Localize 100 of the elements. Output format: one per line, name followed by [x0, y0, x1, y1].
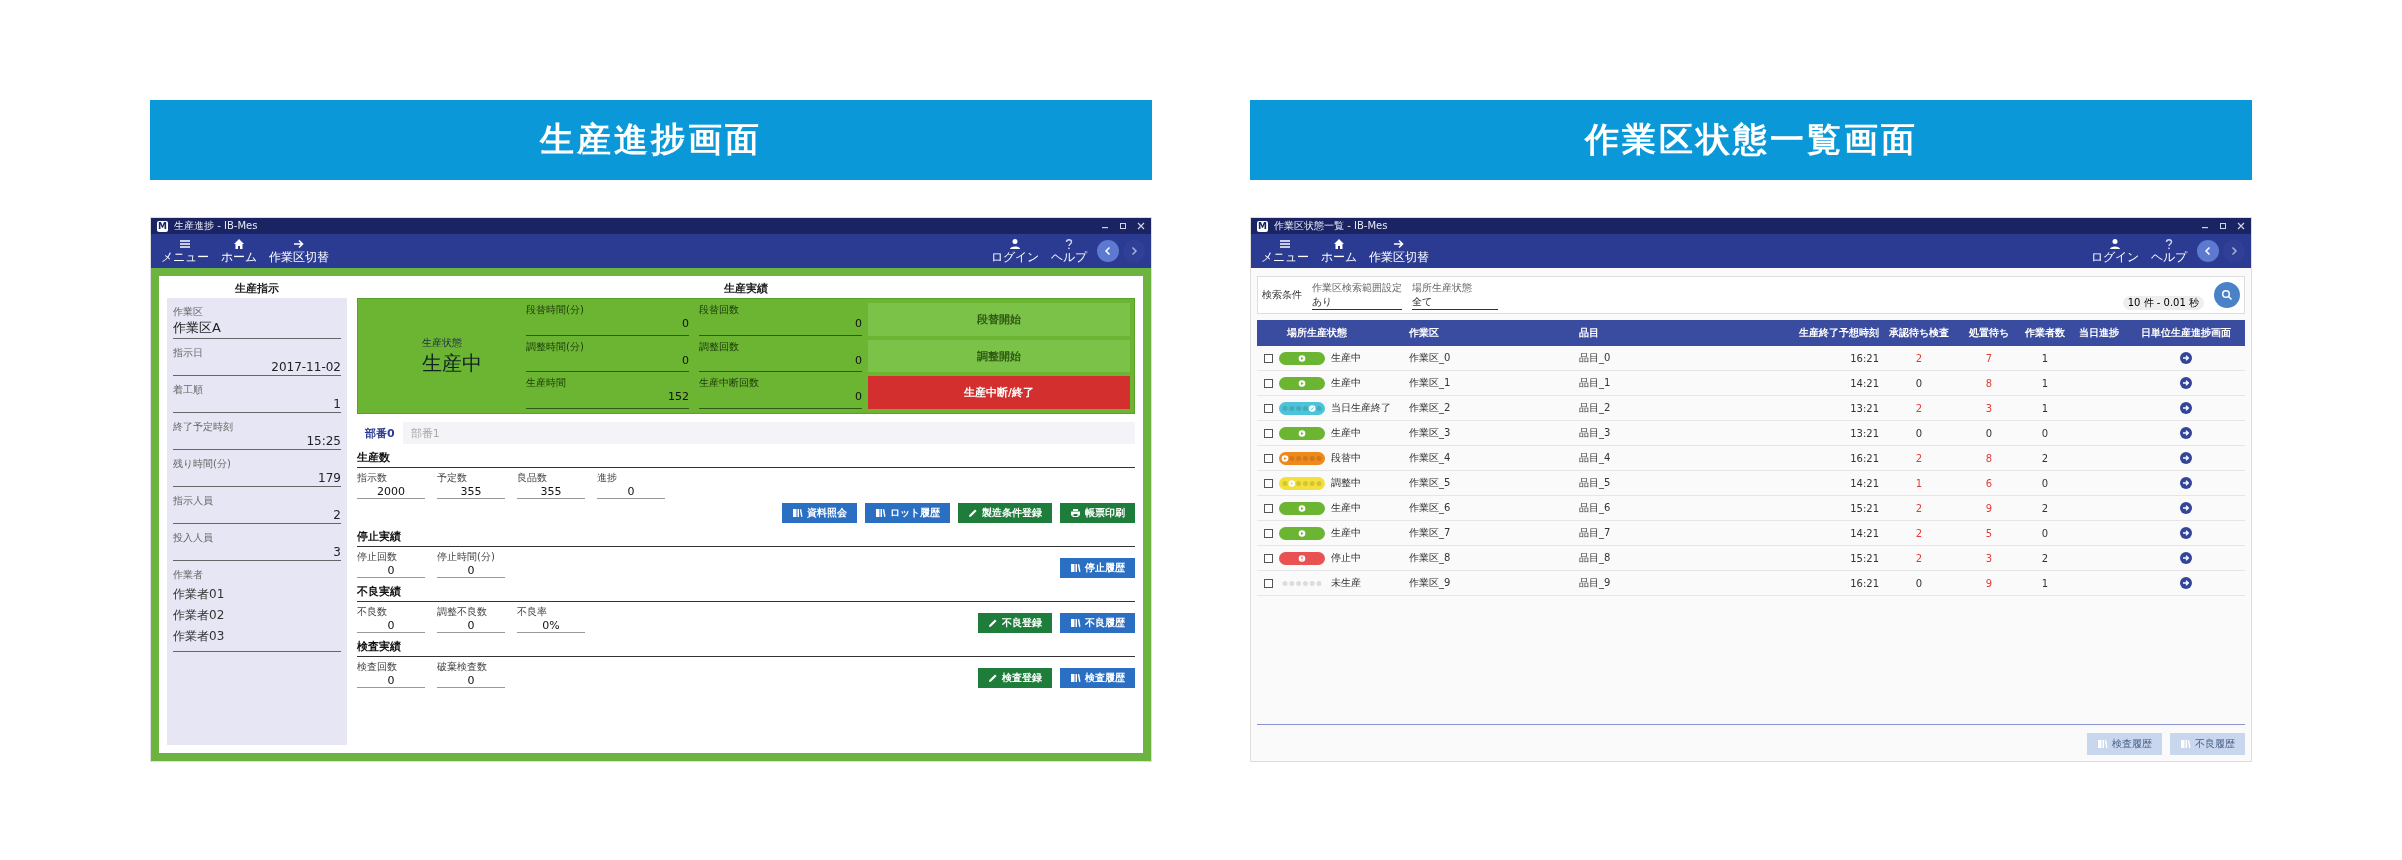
table-cell-text: 2: [1914, 402, 1924, 414]
row-checkbox[interactable]: [1263, 353, 1273, 363]
arrow-icon[interactable]: [2180, 552, 2192, 564]
table-cell-text: 品目_1: [1579, 376, 1612, 390]
maximize-icon[interactable]: [1119, 222, 1127, 230]
play-icon: [1281, 454, 1289, 462]
field-value: 作業区A: [173, 319, 222, 337]
app-logo: M: [1257, 220, 1268, 232]
section-title: 不良実績: [357, 582, 1135, 602]
table-cell-text: 16:21: [1849, 452, 1879, 464]
table-cell-text: 16:21: [1849, 577, 1879, 589]
status-text: 段替中: [1331, 451, 1361, 465]
help-button[interactable]: ヘルプ: [2147, 236, 2191, 266]
check-icon: [1308, 404, 1316, 412]
close-icon[interactable]: [1137, 222, 1145, 230]
menu-button[interactable]: メニュー: [1257, 236, 1313, 266]
arrow-icon[interactable]: [2180, 352, 2192, 364]
pencil-icon: [968, 508, 978, 518]
arrow-icon: [1393, 238, 1405, 250]
switch-button[interactable]: 作業区切替: [1365, 236, 1433, 266]
field-value: 2: [332, 508, 341, 522]
maximize-icon[interactable]: [2219, 222, 2227, 230]
arrow-icon[interactable]: [2180, 377, 2192, 389]
banner-title: 作業区状態一覧画面: [1250, 100, 2252, 180]
switch-button[interactable]: 作業区切替: [265, 236, 333, 266]
row-checkbox[interactable]: [1263, 478, 1273, 488]
filter-field[interactable]: 場所生産状態 全て: [1412, 280, 1498, 310]
table-cell-text: 0: [1914, 377, 1924, 389]
table-cell-text: 1: [1914, 477, 1924, 489]
book-icon: [792, 508, 803, 518]
table-cell-text: 品目_4: [1579, 451, 1612, 465]
table-cell-text: 2: [2040, 552, 2050, 564]
row-checkbox[interactable]: [1263, 553, 1273, 563]
row-checkbox[interactable]: [1263, 428, 1273, 438]
table-cell-text: 8: [1984, 377, 1994, 389]
book-icon: [1070, 673, 1081, 683]
history-button[interactable]: 停止履歴: [1060, 558, 1135, 578]
home-button[interactable]: ホーム: [1317, 236, 1361, 266]
row-checkbox[interactable]: [1263, 453, 1273, 463]
help-button[interactable]: ヘルプ: [1047, 236, 1091, 266]
column-header: 承認待ち検査: [1888, 326, 1950, 340]
register-button[interactable]: 不良登録: [978, 613, 1052, 633]
status-text: 生産中: [1331, 501, 1361, 515]
user-button[interactable]: ログイン: [987, 236, 1043, 266]
arrow-icon[interactable]: [2180, 402, 2192, 414]
search-button[interactable]: [2214, 282, 2240, 308]
filter-field[interactable]: 作業区検索範囲設定 あり: [1312, 280, 1402, 310]
register-button[interactable]: 検査登録: [978, 668, 1052, 688]
table-cell-text: 作業区_6: [1409, 501, 1452, 515]
row-checkbox[interactable]: [1263, 378, 1273, 388]
status-text: 当日生産終了: [1331, 401, 1391, 415]
row-checkbox[interactable]: [1263, 503, 1273, 513]
dot-row-drawing: [1282, 405, 1322, 411]
user-button[interactable]: ログイン: [2087, 236, 2143, 266]
history-button[interactable]: ロット履歴: [865, 503, 950, 523]
history-button[interactable]: 資料照会: [782, 503, 857, 523]
section-title: 生産実績: [723, 281, 769, 297]
arrow-icon[interactable]: [2180, 427, 2192, 439]
field-label: 指示日: [173, 346, 204, 360]
play-icon: [1298, 354, 1306, 362]
app-logo: M: [157, 220, 168, 232]
arrow-icon: [293, 238, 305, 250]
tab[interactable]: 部番0: [357, 422, 403, 444]
stop-button[interactable]: 生産中断/終了: [868, 376, 1130, 409]
arrow-icon[interactable]: [2180, 452, 2192, 464]
table-cell-text: 品目_0: [1579, 351, 1612, 365]
status-text: 未生産: [1331, 576, 1361, 590]
table-cell-text: 作業区_4: [1409, 451, 1452, 465]
table-cell-text: 1: [2040, 352, 2050, 364]
back-button[interactable]: [1097, 240, 1119, 262]
field-value: 0: [437, 564, 505, 578]
counter-value: 0: [681, 317, 689, 330]
arrow-icon[interactable]: [2180, 527, 2192, 539]
row-checkbox[interactable]: [1263, 403, 1273, 413]
arrow-icon[interactable]: [2180, 502, 2192, 514]
book-icon: [1070, 618, 1081, 628]
field-value: 0: [437, 674, 505, 688]
field-label: 停止回数: [357, 550, 398, 564]
menu-button[interactable]: メニュー: [157, 236, 213, 266]
close-icon[interactable]: [2237, 222, 2245, 230]
register-button[interactable]: 製造条件登録: [958, 503, 1052, 523]
table-cell-text: 14:21: [1849, 477, 1879, 489]
print-button[interactable]: 帳票印刷: [1060, 503, 1135, 523]
field-label: 不良数: [357, 605, 388, 619]
row-checkbox[interactable]: [1263, 578, 1273, 588]
book-icon: [875, 508, 886, 518]
history-button[interactable]: 不良履歴: [1060, 613, 1135, 633]
column-header: 生産終了予想時刻: [1798, 326, 1879, 340]
counter-value: 0: [854, 317, 862, 330]
history-button[interactable]: 検査履歴: [1060, 668, 1135, 688]
arrow-icon[interactable]: [2180, 577, 2192, 589]
back-button[interactable]: [2197, 240, 2219, 262]
home-button[interactable]: ホーム: [217, 236, 261, 266]
dot-row-drawing: [1282, 480, 1322, 486]
field-value: 2000: [357, 485, 425, 499]
row-checkbox[interactable]: [1263, 528, 1273, 538]
arrow-icon[interactable]: [2180, 477, 2192, 489]
table-cell-text: 0: [2040, 527, 2050, 539]
field-value: 355: [517, 485, 585, 499]
banner-title: 生産進捗画面: [150, 100, 1152, 180]
